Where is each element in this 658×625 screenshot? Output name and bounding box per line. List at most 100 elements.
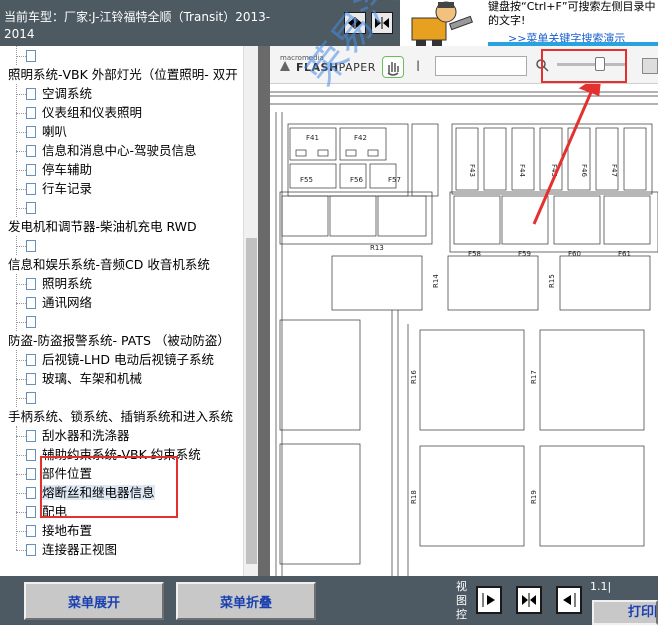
menu-item[interactable]: 喇叭 — [26, 122, 67, 141]
document-icon — [26, 505, 36, 518]
view-split-button[interactable] — [516, 586, 542, 614]
menu-item[interactable]: 接地布置 — [26, 521, 92, 540]
document-icon — [26, 467, 36, 480]
hint-banner: 键盘按“Ctrl+F”可搜索左侧目录中的文字! >>菜单关键字搜索演示 — [400, 0, 658, 46]
menu-item[interactable]: 后视镜-LHD 电动后视镜子系统 — [26, 350, 214, 369]
menu-item[interactable]: 玻璃、车架和机械 — [26, 369, 142, 388]
hand-icon — [387, 62, 399, 76]
panel-divider[interactable] — [258, 46, 270, 576]
document-icon — [26, 486, 36, 499]
menu-group-label: 发电机和调节器-柴油机充电 RWD — [8, 219, 197, 234]
menu-group[interactable]: 防盗-防盗报警系统- PATS （被动防盗） — [8, 331, 230, 350]
document-icon — [26, 277, 36, 290]
menu-item-label: 接地布置 — [42, 523, 93, 538]
label-r17: R17 — [530, 370, 538, 384]
menu-item[interactable] — [26, 236, 42, 255]
document-icon — [26, 353, 36, 366]
menu-group-label: 手柄系统、锁系统、插销系统和进入系统 — [8, 409, 234, 424]
menu-item[interactable]: 连接器正视图 — [26, 540, 117, 559]
menu-scrollbar[interactable] — [243, 46, 258, 576]
flash-search-input[interactable] — [435, 56, 527, 76]
label-r14: R14 — [432, 274, 440, 288]
label-f42: F42 — [354, 134, 367, 142]
menu-group-label: 防盗-防盗报警系统- PATS （被动防盗） — [8, 333, 230, 348]
menu-item[interactable] — [26, 46, 42, 65]
document-icon — [26, 182, 36, 195]
label-f56: F56 — [350, 176, 363, 184]
menu-item[interactable]: 空调系统 — [26, 84, 92, 103]
document-icon — [26, 125, 36, 138]
document-icon — [26, 87, 36, 100]
menu-item[interactable]: 停车辅助 — [26, 160, 92, 179]
menu-item-label: 喇叭 — [42, 124, 68, 139]
menu-expand-button[interactable]: 菜单展开 — [24, 582, 164, 620]
menu-group[interactable]: 照明系统-VBK 外部灯光（位置照明- 双开 — [8, 65, 238, 84]
menu-collapse-button[interactable]: 菜单折叠 — [176, 582, 316, 620]
label-f46: F46 — [580, 164, 588, 177]
search-hint-text: 键盘按“Ctrl+F”可搜索左侧目录中的文字! — [488, 0, 656, 27]
menu-item[interactable]: 仪表组和仪表照明 — [26, 103, 142, 122]
text-select-tool[interactable]: I — [416, 59, 420, 75]
zoom-readout: 1.1| — [590, 580, 612, 593]
menu-item[interactable]: 照明系统 — [26, 274, 92, 293]
current-vehicle-label: 当前车型：厂家:J-江铃福特全顺（Transit）2013- 2014 — [4, 9, 304, 43]
arrow-right-icon — [482, 593, 495, 607]
label-f59: F59 — [518, 250, 531, 258]
label-f41: F41 — [306, 134, 319, 142]
menu-item[interactable]: 行车记录 — [26, 179, 92, 198]
menu-item-label: 行车记录 — [42, 181, 93, 196]
menu-item[interactable]: 通讯网络 — [26, 293, 92, 312]
menu-item-label: 后视镜-LHD 电动后视镜子系统 — [42, 352, 214, 367]
hand-tool-button[interactable] — [382, 56, 404, 78]
document-icon — [26, 448, 36, 461]
label-f61: F61 — [618, 250, 631, 258]
menu-group[interactable]: 手柄系统、锁系统、插销系统和进入系统 — [8, 407, 233, 426]
document-icon — [26, 296, 36, 309]
menu-scrollbar-thumb[interactable] — [246, 238, 257, 564]
menu-group[interactable]: 信息和娱乐系统-音频CD 收音机系统 — [8, 255, 210, 274]
label-f58: F58 — [468, 250, 481, 258]
document-icon — [26, 163, 36, 176]
document-icon — [26, 543, 36, 556]
label-r15: R15 — [548, 274, 556, 288]
label-r19: R19 — [530, 490, 538, 504]
label-f47: F47 — [610, 164, 618, 177]
document-icon — [26, 144, 36, 157]
menu-item-label: 通讯网络 — [42, 295, 93, 310]
menu-item[interactable] — [26, 388, 42, 407]
menu-group-label: 照明系统-VBK 外部灯光（位置照明- 双开 — [8, 67, 238, 82]
document-icon — [26, 372, 36, 385]
menu-group[interactable]: 发电机和调节器-柴油机充电 RWD — [8, 217, 197, 236]
view-left-button[interactable] — [556, 586, 582, 614]
vehicle-line-1: 当前车型：厂家:J-江铃福特全顺（Transit）2013- — [4, 10, 271, 24]
document-icon — [26, 429, 36, 442]
menu-item[interactable] — [26, 312, 42, 331]
document-icon — [26, 239, 36, 252]
label-r16: R16 — [410, 370, 418, 384]
vehicle-line-2: 2014 — [4, 27, 35, 41]
menu-group-label: 信息和娱乐系统-音频CD 收音机系统 — [8, 257, 210, 272]
menu-item[interactable]: 刮水器和洗涤器 — [26, 426, 130, 445]
fuse-diagram-svg: F41 F42 F43 F44 F45 F46 F47 F55 F56 F57 … — [270, 84, 658, 576]
print-diagram-button[interactable]: 打印图 — [592, 600, 658, 625]
menu-item-label: 仪表组和仪表照明 — [42, 105, 143, 120]
menu-item-label: 停车辅助 — [42, 162, 93, 177]
label-f43: F43 — [468, 164, 476, 177]
menu-item-label: 照明系统 — [42, 276, 93, 291]
view-right-button[interactable] — [476, 586, 502, 614]
document-icon — [26, 315, 36, 328]
menu-item-label: 连接器正视图 — [42, 542, 118, 557]
fuse-box-diagram[interactable]: F41 F42 F43 F44 F45 F46 F47 F55 F56 F57 … — [270, 84, 658, 576]
menu-item[interactable]: 信息和消息中心-驾驶员信息 — [26, 141, 197, 160]
split-icon — [522, 593, 536, 607]
print-icon[interactable] — [642, 58, 658, 74]
mascot-mechanic-icon — [411, 1, 474, 46]
label-f57: F57 — [388, 176, 401, 184]
menu-item-label: 刮水器和洗涤器 — [42, 428, 130, 443]
menu-item-label: 信息和消息中心-驾驶员信息 — [42, 143, 197, 158]
menu-item-label: 玻璃、车架和机械 — [42, 371, 143, 386]
document-icon — [26, 391, 36, 404]
annotation-highlight-zoom — [541, 49, 627, 83]
menu-item[interactable] — [26, 198, 42, 217]
annotation-highlight-menu — [40, 456, 178, 518]
